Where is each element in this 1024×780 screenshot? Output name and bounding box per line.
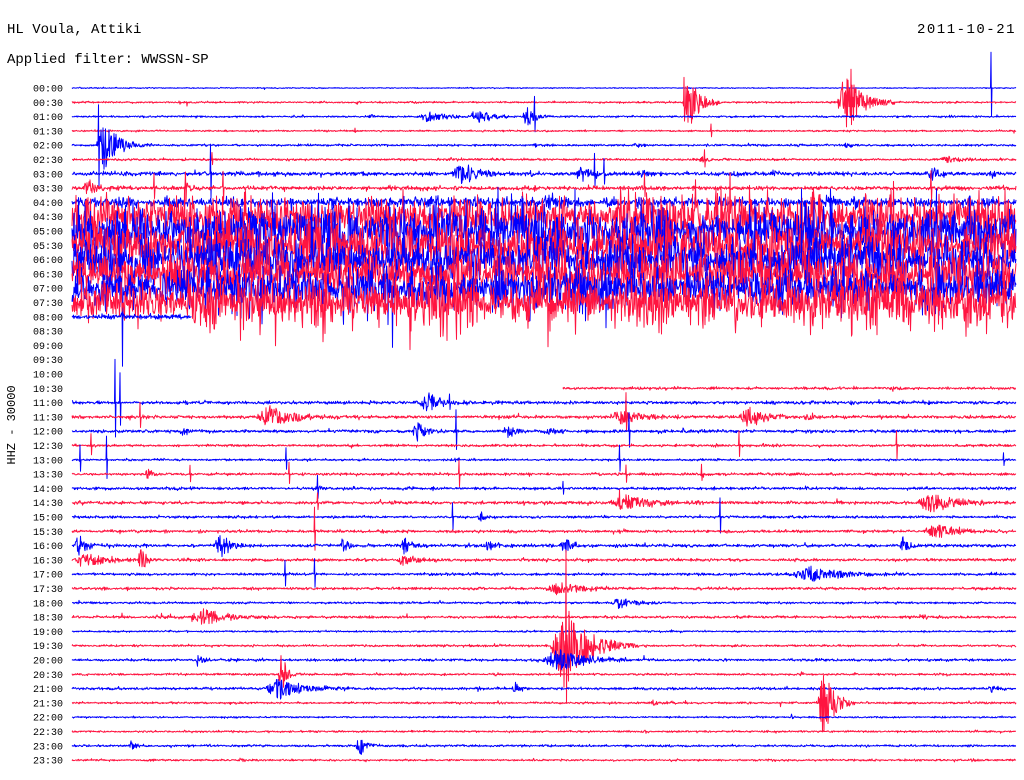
time-tick-label: 00:30 [33,99,63,110]
trace-10-30 [562,385,1016,392]
trace-19-00 [71,629,1017,634]
time-tick-label: 23:30 [33,757,63,768]
trace-21-30 [71,675,1017,733]
time-tick-label: 05:00 [33,228,63,239]
trace-16-00 [71,535,1017,558]
time-tick-label: 03:30 [33,185,63,196]
y-axis-label: HHZ - 30000 [5,385,19,465]
trace-00-00 [71,51,1017,117]
time-tick-label: 01:30 [33,127,63,138]
time-tick-label: 23:00 [33,742,63,753]
time-tick-label: 18:00 [33,599,63,610]
trace-12-30 [71,430,1017,460]
time-tick-label: 03:00 [33,170,63,181]
trace-18-30 [71,608,1017,625]
trace-23-30 [71,757,1017,763]
trace-00-30 [71,68,1017,128]
trace-20-00 [71,649,1017,670]
time-tick-label: 21:00 [33,685,63,696]
time-tick-label: 11:00 [33,399,63,410]
trace-03-00 [71,143,1017,199]
time-tick-label: 10:00 [33,371,63,382]
time-tick-label: 04:00 [33,199,63,210]
helicorder-plot: 00:00 00:30 01:00 01:30 02:00 02:30 03:00 03:30… [33,51,1017,768]
time-tick-label: 14:00 [33,485,63,496]
time-tick-label: 15:30 [33,528,63,539]
trace-02-30 [71,149,1017,168]
trace-03-30 [71,170,1017,204]
time-tick-label: 17:00 [33,571,63,582]
time-tick-label: 12:30 [33,442,63,453]
trace-19-30 [71,549,1017,704]
trace-14-00 [71,474,1017,499]
time-tick-label: 22:30 [33,728,63,739]
trace-22-30 [71,729,1016,734]
time-tick-label: 06:30 [33,270,63,281]
time-tick-label: 12:00 [33,428,63,439]
time-tick-label: 02:00 [33,142,63,153]
trace-14-30 [71,489,1016,513]
time-axis: 00:00 00:30 01:00 01:30 02:00 02:30 03:00 03:30… [33,85,63,768]
time-tick-label: 16:30 [33,556,63,567]
time-tick-label: 13:30 [33,471,63,482]
time-tick-label: 13:00 [33,456,63,467]
trace-13-30 [71,459,1017,487]
time-tick-label: 20:30 [33,671,63,682]
time-tick-label: 19:30 [33,642,63,653]
trace-17-00 [71,558,1017,588]
time-tick-label: 21:30 [33,699,63,710]
time-tick-label: 18:30 [33,614,63,625]
time-tick-label: 09:00 [33,342,63,353]
trace-12-00 [71,409,1017,450]
time-tick-label: 05:30 [33,242,63,253]
trace-11-30 [71,392,1017,432]
trace-22-00 [71,713,1017,720]
time-tick-label: 01:00 [33,113,63,124]
time-tick-label: 00:00 [33,85,63,96]
time-tick-label: 08:30 [33,328,63,339]
trace-18-00 [72,598,1017,609]
time-tick-label: 17:30 [33,585,63,596]
time-tick-label: 10:30 [33,385,63,396]
seismic-traces [71,51,1017,763]
trace-13-00 [71,435,1017,479]
trace-11-00 [71,358,1017,438]
time-tick-label: 07:00 [33,285,63,296]
time-tick-label: 06:00 [33,256,63,267]
time-tick-label: 07:30 [33,299,63,310]
time-tick-label: 02:30 [33,156,63,167]
trace-17-30 [71,582,1017,596]
time-tick-label: 20:00 [33,657,63,668]
time-tick-label: 19:00 [33,628,63,639]
time-tick-label: 11:30 [33,413,63,424]
trace-21-00 [71,679,1017,700]
time-tick-label: 08:00 [33,313,63,324]
trace-01-30 [71,123,1017,138]
time-tick-label: 15:00 [33,514,63,525]
trace-23-00 [71,739,1017,755]
time-tick-label: 22:00 [33,714,63,725]
time-tick-label: 09:30 [33,356,63,367]
time-tick-label: 04:30 [33,213,63,224]
time-tick-label: 14:30 [33,499,63,510]
time-tick-label: 16:00 [33,542,63,553]
trace-16-30 [71,549,1017,568]
